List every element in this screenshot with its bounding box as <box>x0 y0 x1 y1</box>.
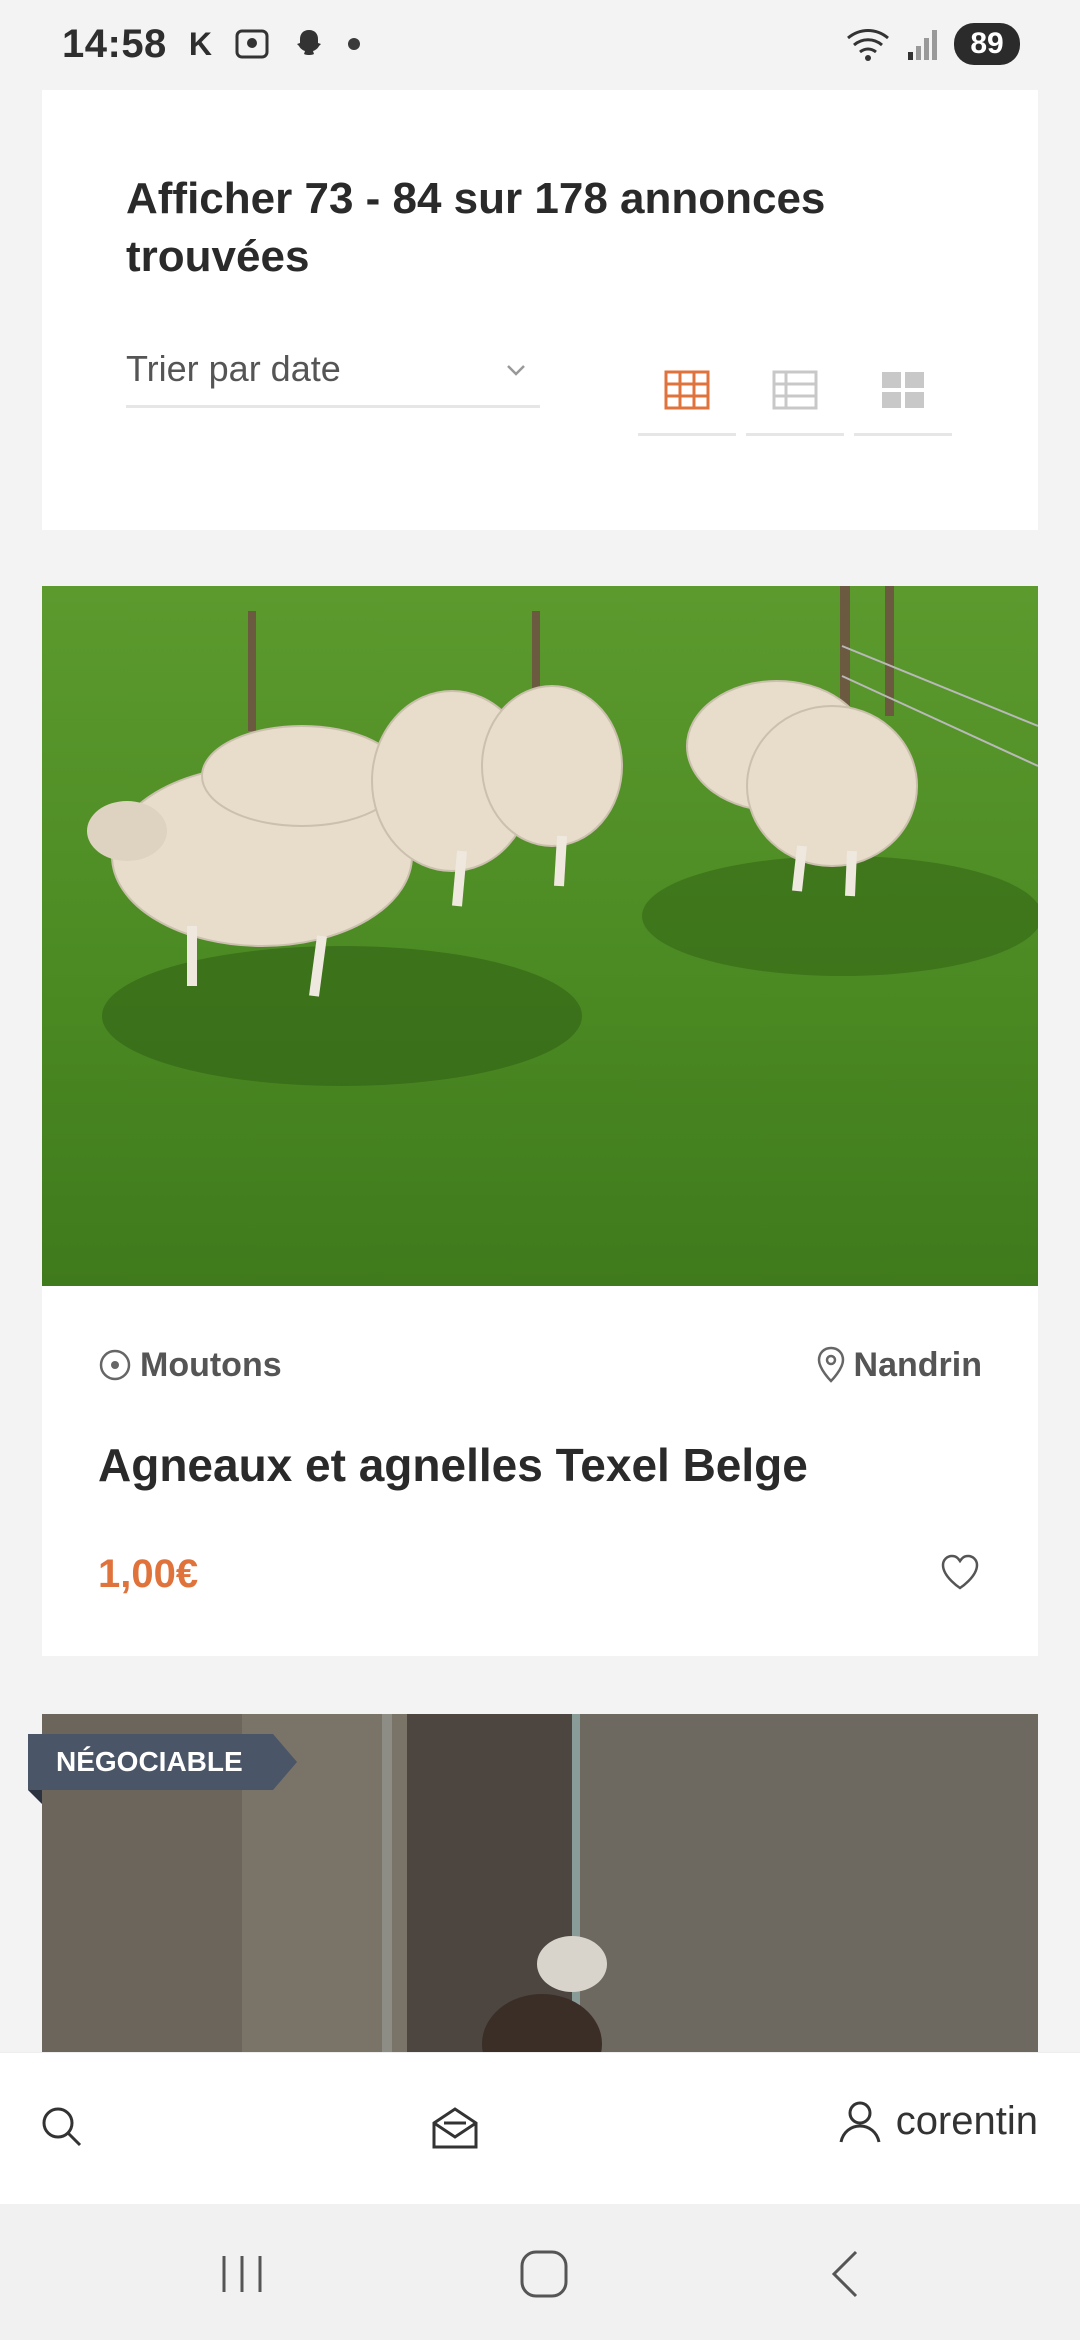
listing-category[interactable]: Moutons <box>98 1346 282 1385</box>
envelope-open-icon <box>432 2107 478 2149</box>
signal-icon <box>908 30 937 60</box>
listing-title[interactable]: Agneaux et agnelles Texel Belge <box>98 1438 808 1492</box>
tiles-icon <box>882 372 924 408</box>
back-chevron-icon <box>831 2250 858 2298</box>
tiles-view-button[interactable] <box>854 370 952 436</box>
map-pin-icon <box>817 1346 844 1383</box>
user-name: corentin <box>895 2098 1038 2143</box>
snapchat-icon <box>296 30 321 55</box>
favorite-button[interactable] <box>938 1550 982 1594</box>
results-header-card: Afficher 73 - 84 sur 178 annonces trouvé… <box>42 90 1038 530</box>
nav-messages-button[interactable] <box>430 2103 480 2151</box>
listing-meta-row: Moutons Nandrin <box>98 1340 982 1390</box>
status-left: 14:58 K <box>62 22 360 67</box>
badge-fold <box>28 1790 42 1804</box>
grid-table-icon <box>664 370 710 410</box>
battery-indicator: 89 <box>954 23 1020 65</box>
notification-dot <box>347 38 360 50</box>
search-icon <box>42 2107 82 2147</box>
back-button[interactable] <box>818 2246 878 2302</box>
listing-card[interactable]: Moutons Nandrin Agneaux et agnelles Texe… <box>42 586 1038 1656</box>
nav-user-button[interactable]: corentin <box>836 2097 1038 2145</box>
sort-select[interactable]: Trier par date <box>126 348 540 408</box>
status-bar: 14:58 K 89 <box>0 0 1080 88</box>
user-icon <box>839 2101 881 2143</box>
negotiable-badge: NÉGOCIABLE <box>28 1734 297 1790</box>
target-icon <box>99 1349 131 1381</box>
system-nav-bar <box>0 2204 1080 2340</box>
category-label: Moutons <box>140 1345 282 1384</box>
list-view-button[interactable] <box>746 370 844 436</box>
home-icon <box>520 2250 568 2298</box>
listing-price: 1,00€ <box>98 1552 199 1596</box>
listing-location[interactable]: Nandrin <box>816 1346 982 1385</box>
status-right: 89 <box>844 23 1020 65</box>
nav-search-button[interactable] <box>38 2103 86 2151</box>
bottom-nav: corentin <box>0 2052 1080 2204</box>
wifi-icon <box>847 29 889 61</box>
heart-icon <box>941 1554 979 1590</box>
status-k-indicator: K <box>188 25 212 62</box>
location-label: Nandrin <box>853 1345 982 1384</box>
results-count-title: Afficher 73 - 84 sur 178 annonces trouvé… <box>126 174 826 281</box>
listing-image-sheep[interactable] <box>42 586 1038 1286</box>
home-button[interactable] <box>514 2246 574 2302</box>
status-time: 14:58 <box>62 21 167 66</box>
sort-label: Trier par date <box>126 348 341 389</box>
chevron-down-icon <box>507 365 525 376</box>
recent-apps-icon <box>222 2256 262 2292</box>
grid-view-button[interactable] <box>638 370 736 436</box>
recent-apps-button[interactable] <box>212 2246 272 2302</box>
screenshot-icon <box>235 29 269 59</box>
list-table-icon <box>772 370 818 410</box>
